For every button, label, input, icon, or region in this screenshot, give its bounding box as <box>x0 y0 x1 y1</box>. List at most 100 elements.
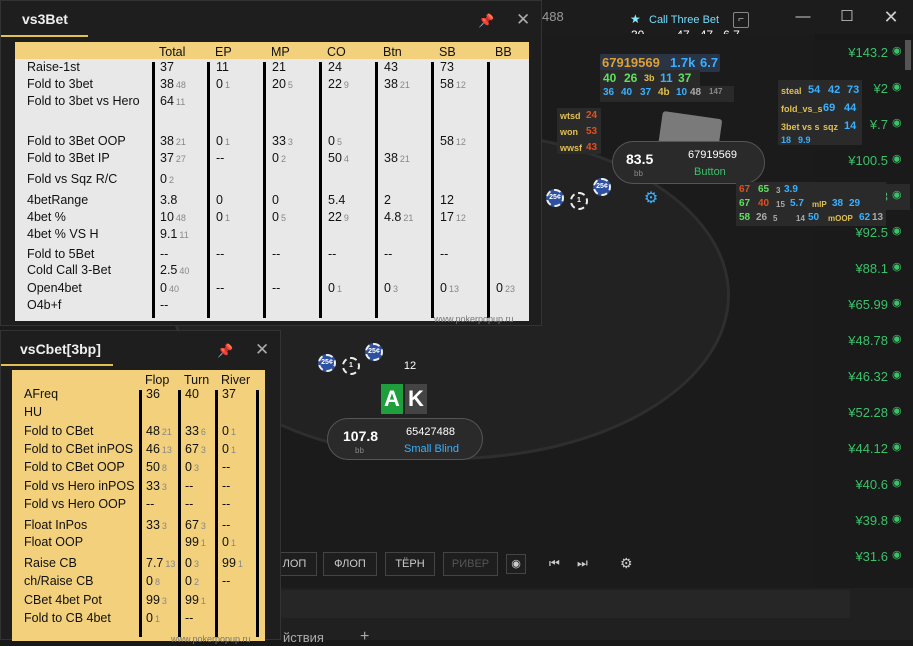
stat-cell[interactable]: 01 <box>222 424 236 438</box>
hand-list-row[interactable]: ¥31.6 ◉ <box>815 544 910 570</box>
stat-cell[interactable]: 01 <box>146 611 160 625</box>
stat-cell[interactable]: 05 <box>272 210 286 224</box>
stat-cell[interactable]: 50 8 <box>146 460 167 474</box>
eye-toggle-icon[interactable]: ◉ <box>506 554 526 574</box>
stat-cell[interactable]: 0 <box>272 193 279 207</box>
eye-icon[interactable]: ◉ <box>892 404 906 418</box>
hand-list-row[interactable]: ¥44.12 ◉ <box>815 436 910 462</box>
pin-icon[interactable]: 📌 <box>478 13 494 29</box>
stat-cell[interactable]: 46 13 <box>146 442 172 456</box>
next-hand-icon[interactable]: ⏭ <box>577 556 588 571</box>
settings-gear-icon[interactable]: ⚙ <box>620 555 633 572</box>
stat-cell[interactable]: 02 <box>272 151 286 165</box>
stat-cell[interactable]: 36 <box>146 387 160 401</box>
river-button[interactable]: РИВЕР <box>443 552 498 576</box>
close-icon[interactable]: ✕ <box>516 10 530 30</box>
stat-cell[interactable]: 03 <box>384 281 398 295</box>
close-icon[interactable]: ✕ <box>255 340 269 360</box>
stat-cell[interactable]: -- <box>222 518 230 532</box>
stat-cell[interactable]: 67 3 <box>185 518 206 532</box>
stat-cell[interactable]: 01 <box>216 210 230 224</box>
stat-cell[interactable]: 02 <box>185 574 199 588</box>
eye-icon[interactable]: ◉ <box>892 152 906 166</box>
stat-cell[interactable]: 17 12 <box>440 210 466 224</box>
stat-cell[interactable]: -- <box>160 247 168 261</box>
stat-cell[interactable]: 33 3 <box>146 479 167 493</box>
stat-cell[interactable]: 5.4 <box>328 193 345 207</box>
stat-cell[interactable]: -- <box>328 247 336 261</box>
stat-cell[interactable]: -- <box>440 247 448 261</box>
stat-cell[interactable]: 33 3 <box>146 518 167 532</box>
stat-cell[interactable]: 58 12 <box>440 77 466 91</box>
stat-cell[interactable]: 33 3 <box>272 134 293 148</box>
stat-cell[interactable]: 3.8 <box>160 193 177 207</box>
stat-cell[interactable]: 33 6 <box>185 424 206 438</box>
stat-cell[interactable]: 9.1 11 <box>160 227 189 241</box>
stat-cell[interactable]: 2 <box>384 193 391 207</box>
stat-cell[interactable]: -- <box>185 479 193 493</box>
mid-hud[interactable]: 67 65 3 3.9 67 40 15 5.7 mIP 38 29 58 26… <box>736 182 886 226</box>
hand-list-row[interactable]: ¥39.8 ◉ <box>815 508 910 534</box>
stat-cell[interactable]: -- <box>146 497 154 511</box>
stat-cell[interactable]: 37 27 <box>160 151 186 165</box>
stat-cell[interactable]: 20 5 <box>272 77 293 91</box>
eye-icon[interactable]: ◉ <box>892 116 906 130</box>
hand-list-row[interactable]: ¥143.2 ◉ <box>815 40 910 66</box>
stat-cell[interactable]: 38 21 <box>384 77 410 91</box>
stat-cell[interactable]: 21 <box>272 60 286 74</box>
stat-cell[interactable]: 0 23 <box>496 281 515 295</box>
close-window-button[interactable]: ✕ <box>880 6 902 28</box>
flop-button[interactable]: ФЛОП <box>323 552 377 576</box>
stat-cell[interactable]: 67 3 <box>185 442 206 456</box>
stat-cell[interactable]: 7.7 13 <box>146 556 175 570</box>
stat-cell[interactable]: 08 <box>146 574 160 588</box>
stat-cell[interactable]: -- <box>222 460 230 474</box>
add-tab-button[interactable]: + <box>360 628 369 646</box>
vscbet-popup[interactable]: vsCbet[3bp] 📌 ✕ Flop Turn River AFreq 36 40 37… <box>0 330 281 644</box>
stat-cell[interactable]: 73 <box>440 60 454 74</box>
pin-icon[interactable]: 📌 <box>217 343 233 359</box>
eye-icon[interactable]: ◉ <box>892 440 906 454</box>
stat-cell[interactable]: 43 <box>384 60 398 74</box>
stat-cell[interactable]: 11 <box>216 60 229 74</box>
stat-cell[interactable]: -- <box>216 247 224 261</box>
stat-cell[interactable]: 64 11 <box>160 94 185 108</box>
stat-cell[interactable]: 99 1 <box>185 593 206 607</box>
stat-cell[interactable]: 01 <box>328 281 342 295</box>
chart-icon[interactable]: ⌐ <box>733 12 749 28</box>
stat-cell[interactable]: 02 <box>160 172 174 186</box>
stat-cell[interactable]: 10 48 <box>160 210 186 224</box>
eye-icon[interactable]: ◉ <box>892 332 906 346</box>
stat-cell[interactable]: 01 <box>222 442 236 456</box>
stat-cell[interactable]: 38 48 <box>160 77 186 91</box>
hand-list-row[interactable]: ¥52.28 ◉ <box>815 400 910 426</box>
stat-cell[interactable]: 4.8 21 <box>384 210 413 224</box>
stat-cell[interactable]: -- <box>222 497 230 511</box>
hand-list-row[interactable]: ¥46.32 ◉ <box>815 364 910 390</box>
villain-hud-row3[interactable]: 36 40 37 4b 10 48 14 7 <box>600 86 734 102</box>
stat-cell[interactable]: 99 3 <box>146 593 167 607</box>
gear-icon[interactable]: ⚙ <box>642 188 660 207</box>
villain-seat[interactable]: 83.5 bb 67919569 Button <box>612 141 765 184</box>
prev-hand-icon[interactable]: ⏮ <box>549 556 560 571</box>
stat-cell[interactable]: 22 9 <box>328 77 349 91</box>
stat-cell[interactable]: 38 21 <box>384 151 410 165</box>
stat-cell[interactable]: 05 <box>328 134 342 148</box>
turn-button[interactable]: ТЁРН <box>385 552 435 576</box>
hand-list-row[interactable]: ¥65.99 ◉ <box>815 292 910 318</box>
stat-cell[interactable]: 22 9 <box>328 210 349 224</box>
bottom-tab-label[interactable]: йствия <box>283 630 324 645</box>
eye-icon[interactable]: ◉ <box>892 260 906 274</box>
stat-cell[interactable]: 99 1 <box>222 556 243 570</box>
stat-cell[interactable]: -- <box>272 247 280 261</box>
bottom-input-bar[interactable] <box>280 590 850 618</box>
stat-cell[interactable]: 03 <box>185 556 199 570</box>
stat-cell[interactable]: 01 <box>216 134 230 148</box>
eye-icon[interactable]: ◉ <box>892 368 906 382</box>
stat-cell[interactable]: 01 <box>222 535 236 549</box>
stat-cell[interactable]: 58 12 <box>440 134 466 148</box>
stat-cell[interactable]: -- <box>222 574 230 588</box>
stat-cell[interactable]: -- <box>384 247 392 261</box>
eye-icon[interactable]: ◉ <box>892 224 906 238</box>
right-hud[interactable]: steal 54 42 73 fold_vs_s 69 44 3bet vs s… <box>778 80 862 145</box>
